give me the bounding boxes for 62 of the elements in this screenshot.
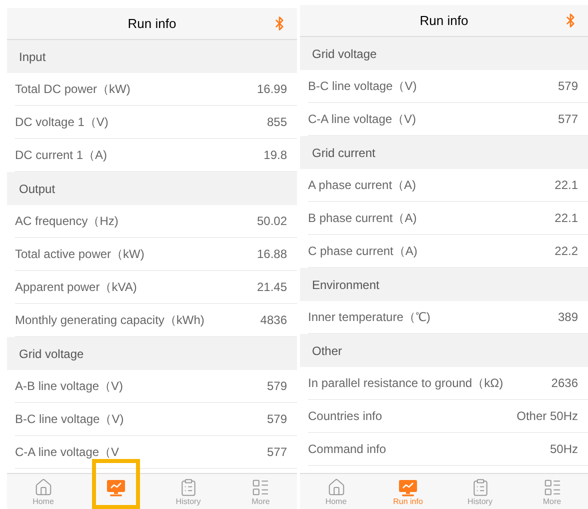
row-value: 577 <box>558 111 578 128</box>
row-value: 16.88 <box>256 246 287 263</box>
row-label: C-A line voltage（V <box>15 444 120 461</box>
row-value: 579 <box>266 378 287 395</box>
section-title: Other <box>312 342 342 360</box>
row-value: 50.02 <box>256 213 287 230</box>
row-value: 22.1 <box>554 210 578 227</box>
row-value: 389 <box>558 309 578 326</box>
row-label: C-A line voltage（V) <box>308 111 416 128</box>
row-label: DC voltage 1（V) <box>15 114 108 131</box>
tab-item[interactable]: History <box>152 474 224 509</box>
tab-item[interactable]: History <box>444 474 516 509</box>
row-label: B phase current（A) <box>308 210 417 227</box>
section-title: Grid voltage <box>312 46 377 62</box>
row-value: 22.2 <box>554 243 578 260</box>
tab-item[interactable]: Run info <box>372 474 444 509</box>
row-value: 577 <box>266 444 287 461</box>
tab-item[interactable]: Home <box>7 474 80 509</box>
row-label: Inner temperature（℃) <box>308 309 430 326</box>
row-value: Other 50Hz <box>516 408 578 425</box>
section-title: Grid current <box>312 144 376 162</box>
row-label: A phase current（A) <box>308 177 416 194</box>
row-label: B-C line voltage（V) <box>308 78 417 95</box>
row-value: 579 <box>266 411 287 428</box>
row-value: 21.45 <box>256 279 287 296</box>
section-title: Environment <box>312 276 380 294</box>
row-value: 16.99 <box>256 81 287 98</box>
row-value: 22.1 <box>554 177 578 194</box>
row-label: Command info <box>308 441 386 458</box>
row-value: 50Hz <box>550 441 578 458</box>
row-label: Total active power（kW) <box>15 246 144 263</box>
clipboard-icon <box>178 478 198 497</box>
home-icon <box>326 478 346 497</box>
row-label: DC current 1（A) <box>15 147 108 164</box>
row-label: In parallel resistance to ground（kΩ) <box>308 375 504 392</box>
home-icon <box>34 478 53 497</box>
row-value: 19.8 <box>264 147 287 164</box>
section-title: Input <box>19 48 46 66</box>
row-label: AC frequency（Hz) <box>15 213 118 230</box>
screen-title: Run info <box>128 14 176 33</box>
row-label: Apparent power（kVA) <box>15 279 137 296</box>
list-grid-icon <box>251 478 270 497</box>
row-label: C phase current（A) <box>308 243 418 260</box>
clipboard-icon <box>470 478 490 497</box>
row-label: B-C line voltage（V) <box>15 411 124 428</box>
row-value: 579 <box>558 78 578 95</box>
tab-item[interactable]: Home <box>300 474 372 509</box>
row-value: 4836 <box>260 312 287 329</box>
tab-item[interactable]: More <box>516 474 588 509</box>
row-label: Monthly generating capacity（kWh) <box>15 312 204 329</box>
row-label: Total DC power（kW) <box>15 81 130 98</box>
list-grid-icon <box>542 478 562 497</box>
screen-title: Run info <box>420 12 468 30</box>
row-value: 2636 <box>551 375 578 392</box>
row-value: 855 <box>266 114 287 131</box>
section-title: Grid voltage <box>19 346 84 362</box>
monitor-chart-icon <box>106 478 126 496</box>
monitor-chart-icon <box>398 478 418 496</box>
tab-item[interactable]: More <box>224 474 297 509</box>
row-label: Countries info <box>308 408 382 425</box>
row-label: A-B line voltage（V) <box>15 378 124 395</box>
section-title: Output <box>19 180 56 198</box>
